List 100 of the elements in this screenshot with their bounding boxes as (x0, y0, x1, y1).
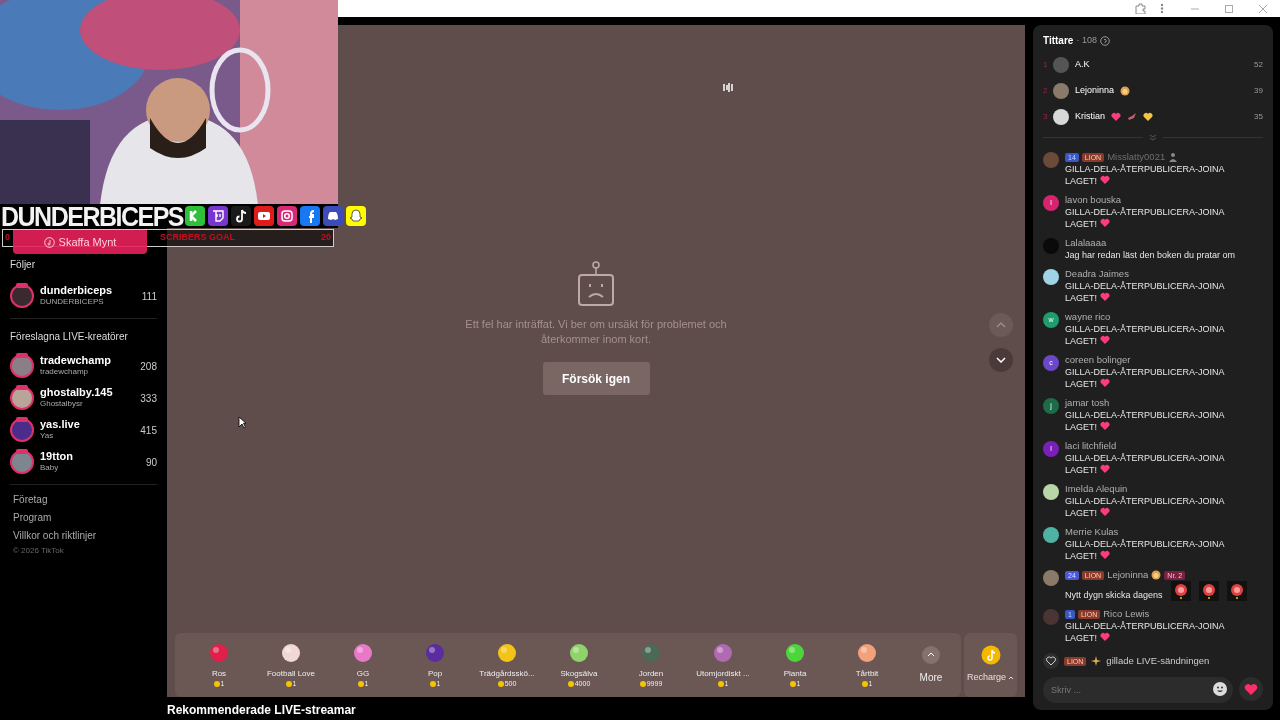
expand-icon (1149, 134, 1157, 141)
footer-link[interactable]: Företag (10, 491, 157, 509)
username: Deadra Jaimes (1065, 266, 1129, 281)
creator-item[interactable]: dunderbiceps DUNDERBICEPS 111 (10, 280, 157, 312)
heart-icon (1244, 682, 1258, 696)
username: coreen bolinger (1065, 352, 1131, 367)
footer-link[interactable]: Program (10, 509, 157, 527)
creator-name: yas.live (40, 419, 81, 430)
more-options-icon[interactable] (1160, 3, 1164, 14)
heart-icon (1143, 112, 1153, 122)
channel-name: DUNDERBICEPS (1, 202, 184, 230)
previous-button[interactable] (989, 313, 1013, 337)
creator-item[interactable]: tradewchamp tradewchamp 208 (10, 350, 157, 382)
chat-message: GILLA-DELA-ÅTERPUBLICERA-JOINA LAGET! (1065, 538, 1226, 562)
viewer-score: 39 (1254, 85, 1263, 97)
coin-icon (789, 680, 796, 687)
gift-name: Planta (783, 669, 807, 679)
section-title: Följer (10, 258, 36, 272)
viewer-name: Lejoninna (1075, 84, 1115, 98)
viewer-count: 111 (141, 289, 157, 304)
goal-label: SCRIBERS GOAL (160, 231, 236, 245)
get-coins-button[interactable]: Skaffa Mynt (13, 230, 147, 254)
creator-item[interactable]: ghostalby.145 Ghostalbysr 333 (10, 382, 157, 414)
coin-icon (357, 680, 364, 687)
username: Lejoninna (1107, 567, 1149, 582)
chevron-up-icon (927, 652, 935, 657)
creator-name: ghostalby.145 (40, 387, 114, 398)
gift-name: Trädgårdsskö... (479, 669, 535, 679)
heart-icon (1111, 112, 1121, 122)
username: laci litchfield (1065, 438, 1117, 453)
creator-subtitle: Yas (40, 430, 55, 441)
chat-message: GILLA-DELA-ÅTERPUBLICERA-JOINA LAGET! (1065, 163, 1226, 187)
chat-message: GILLA-DELA-ÅTERPUBLICERA-JOINA LAGET! (1065, 280, 1226, 304)
coin-icon (429, 680, 436, 687)
coin-icon (639, 680, 646, 687)
username: lavon bouska (1065, 192, 1121, 207)
gift-name: Tårtbit (855, 669, 879, 679)
username: Rico Lewis (1103, 606, 1150, 621)
chat-title: Tittare (1043, 34, 1074, 48)
chat-message: GILLA-DELA-ÅTERPUBLICERA-JOINA LAGET! (1065, 366, 1226, 390)
chevron-down-icon (996, 357, 1006, 363)
viewer-count: 208 (140, 359, 157, 374)
extensions-icon[interactable] (1135, 3, 1146, 14)
chat-message: GILLA-DELA-ÅTERPUBLICERA-JOINA LAGET! (1065, 452, 1226, 476)
username: jamar tosh (1065, 395, 1110, 410)
close-icon[interactable] (1258, 3, 1268, 14)
copyright: © 2026 TikTok (12, 545, 65, 557)
sparkle-icon (1091, 656, 1102, 666)
creator-item[interactable]: yas.live Yas 415 (10, 414, 157, 446)
chat-message: GILLA-DELA-ÅTERPUBLICERA-JOINA LAGET! (1065, 323, 1226, 347)
activity-message: gillade LIVE-sändningen (1106, 653, 1210, 668)
username: Merrie Kulas (1065, 524, 1119, 539)
more-button[interactable]: More (909, 645, 953, 685)
viewer-row[interactable]: 2 Lejoninna 39 (1043, 78, 1263, 104)
viewer-name: Kristian (1075, 110, 1105, 124)
footer-link[interactable]: Villkor och riktlinjer (10, 527, 157, 545)
bird-icon (1127, 112, 1137, 122)
chevron-up-icon (996, 322, 1006, 328)
username: wayne rico (1065, 309, 1111, 324)
coin-icon (213, 680, 220, 687)
chat-message: GILLA-DELA-ÅTERPUBLICERA-JOINA LAGET! (1065, 620, 1226, 644)
goal-end: 20 (321, 231, 331, 245)
gift-name: Pop (427, 669, 443, 679)
coin-icon (497, 680, 504, 687)
creator-item[interactable]: 19tton Baby 90 (10, 446, 157, 478)
viewer-row[interactable]: 3 Kristian 35 (1043, 104, 1263, 130)
chat-message: Jag har redan läst den boken du pratar om (1065, 249, 1237, 261)
gift-name: Ros (211, 669, 227, 679)
creator-name: 19tton (40, 451, 74, 462)
viewer-row[interactable]: 1 A.K 52 (1043, 52, 1263, 78)
rank-number: 1 (1043, 59, 1047, 71)
chat-input[interactable]: Skriv ... (1043, 677, 1233, 703)
retry-button[interactable]: Försök igen (542, 362, 650, 395)
lion-icon (1120, 86, 1131, 96)
coin-icon (285, 680, 292, 687)
recharge-button[interactable]: Recharge (964, 633, 1017, 697)
creator-name: dunderbiceps (40, 285, 114, 296)
coin-icon (567, 680, 574, 687)
coin-icon (980, 645, 1001, 666)
help-icon (1099, 35, 1110, 46)
like-button[interactable] (1239, 677, 1263, 701)
rank-number: 3 (1043, 111, 1047, 123)
next-button[interactable] (989, 348, 1013, 372)
creator-subtitle: Ghostalbysr (40, 398, 84, 409)
viewer-count: 90 (145, 455, 157, 470)
username: Imelda Alequin (1065, 481, 1128, 496)
gift-name: GG (356, 669, 370, 679)
gift-name: Utomjordiskt ... (696, 669, 750, 679)
section-title: Föreslagna LIVE-kreatörer (10, 330, 129, 344)
goal-start: 0 (5, 231, 10, 245)
username: Misslatty0021 (1107, 149, 1166, 164)
emoji-icon (1213, 682, 1227, 696)
rank-number: 2 (1043, 85, 1047, 97)
viewer-count: · 108 (1076, 33, 1097, 47)
chat-message: GILLA-DELA-ÅTERPUBLICERA-JOINA LAGET! (1065, 409, 1226, 433)
mouse-cursor-icon (238, 416, 247, 429)
creator-name: tradewchamp (40, 355, 112, 366)
audio-bars-icon[interactable] (723, 83, 733, 92)
restore-icon[interactable] (1224, 3, 1234, 14)
creator-subtitle: Baby (40, 462, 60, 473)
